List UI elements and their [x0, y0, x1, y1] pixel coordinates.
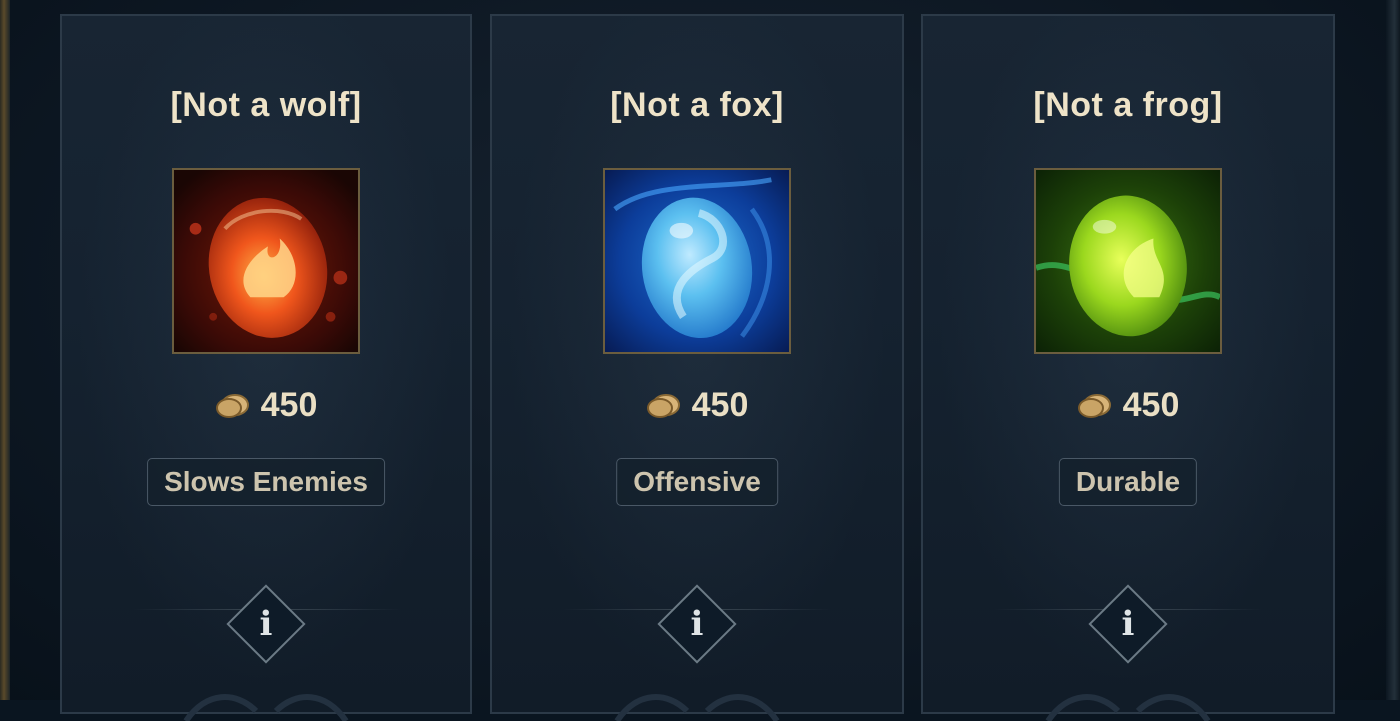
info-icon: i — [259, 604, 273, 644]
ornament-icon — [183, 694, 349, 721]
pet-card-wolf[interactable]: [Not a wolf] 450 Slows Enemies i — [60, 14, 472, 721]
info-icon: i — [1121, 604, 1135, 644]
tag-badge: Slows Enemies — [147, 458, 385, 506]
tag-badge: Offensive — [616, 458, 778, 506]
info-button[interactable]: i — [1085, 581, 1171, 667]
fire-egg-icon[interactable] — [172, 168, 360, 354]
info-button[interactable]: i — [223, 581, 309, 667]
leaf-egg-icon[interactable] — [1034, 168, 1222, 354]
card-title: [Not a frog] — [1033, 86, 1223, 124]
card-title: [Not a fox] — [610, 86, 784, 124]
pet-card-frog[interactable]: [Not a frog] 450 Durable i — [921, 14, 1335, 721]
info-icon: i — [690, 604, 704, 644]
price-row: 450 — [923, 386, 1333, 425]
tag-badge: Durable — [1058, 458, 1198, 506]
gold-coin-icon — [1077, 393, 1111, 418]
ornament-icon — [1045, 694, 1211, 721]
info-button[interactable]: i — [654, 581, 740, 667]
gold-coin-icon — [646, 393, 680, 418]
price-row: 450 — [492, 386, 902, 425]
frame-border-left — [0, 0, 10, 700]
pet-card-fox[interactable]: [Not a fox] 450 Offensive i — [490, 14, 904, 721]
ornament-icon — [614, 694, 780, 721]
price-value: 450 — [1122, 386, 1180, 424]
water-egg-icon[interactable] — [603, 168, 791, 354]
shop-panel: [Not a wolf] 450 Slows Enemies i [Not a … — [0, 0, 1400, 721]
gold-coin-icon — [215, 393, 249, 418]
price-value: 450 — [260, 386, 318, 424]
card-title: [Not a wolf] — [170, 86, 362, 124]
price-value: 450 — [691, 386, 749, 424]
frame-border-right — [1386, 0, 1400, 700]
price-row: 450 — [62, 386, 470, 425]
